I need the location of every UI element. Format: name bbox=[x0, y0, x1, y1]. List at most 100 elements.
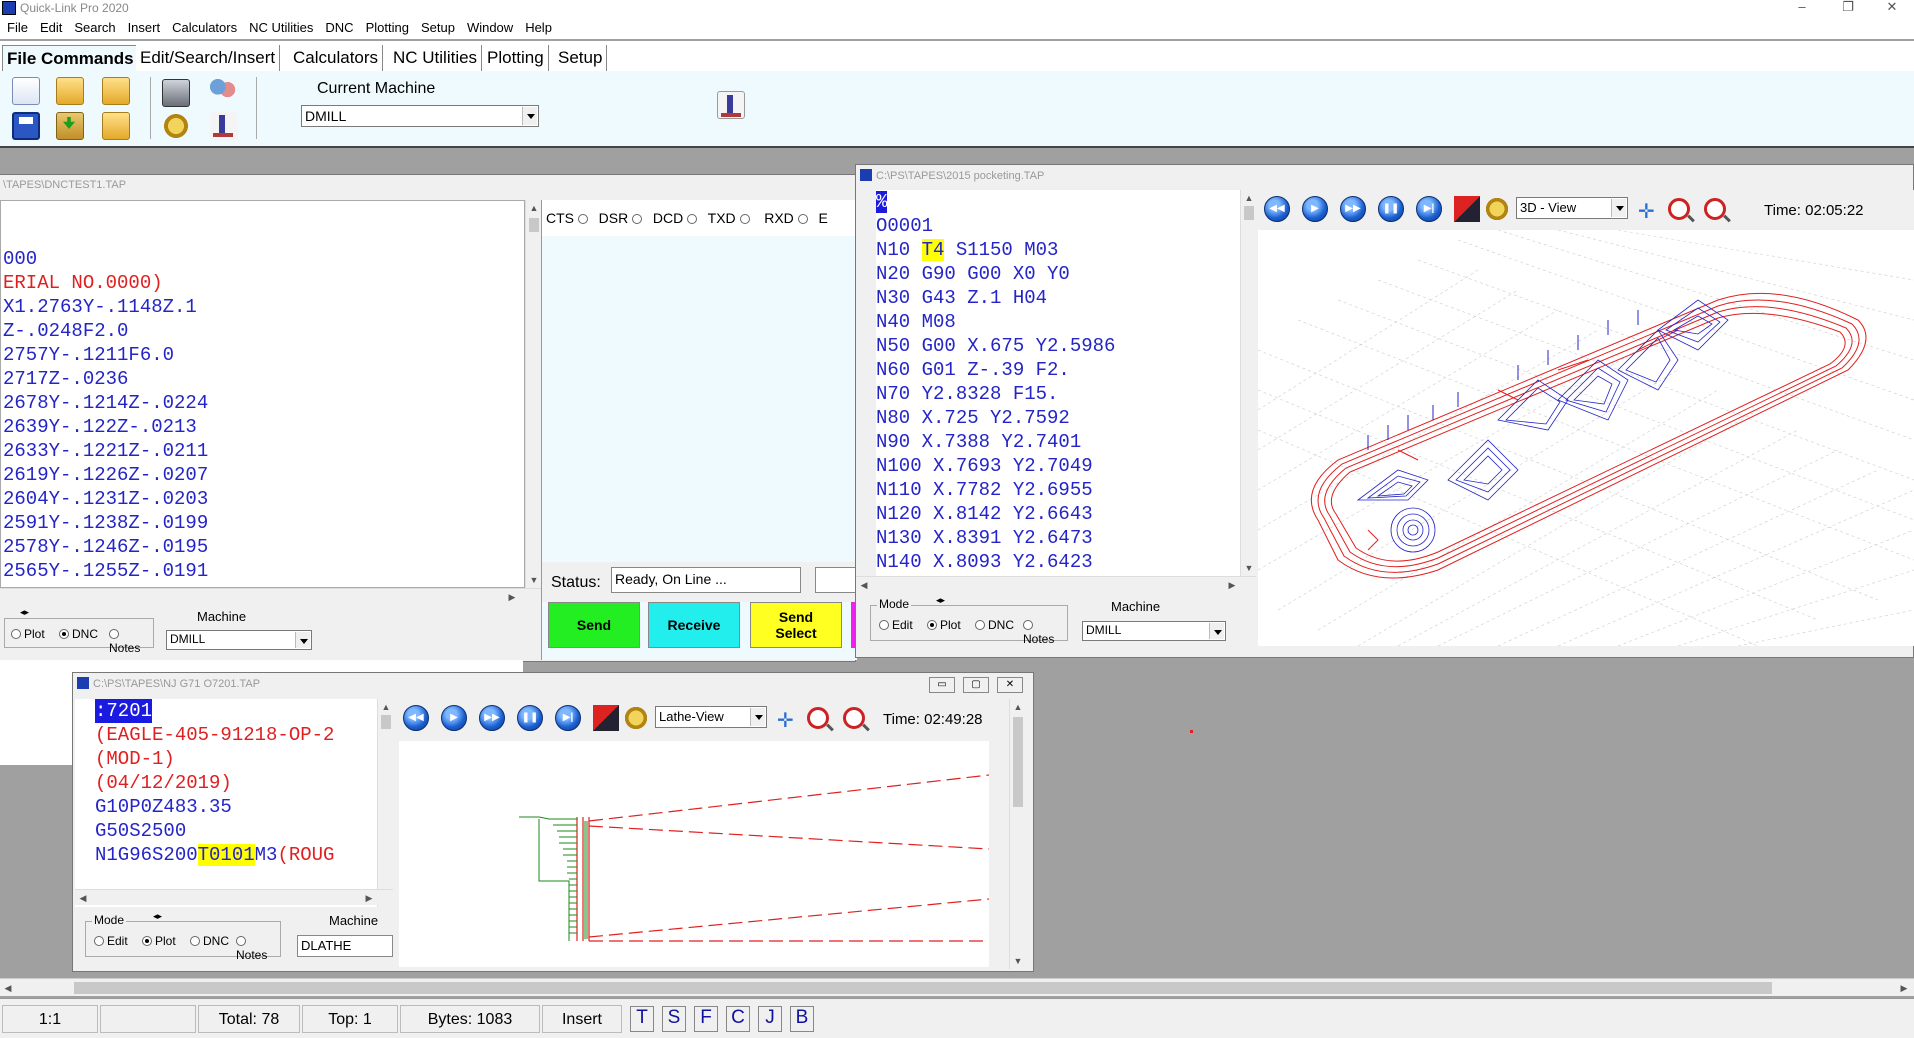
skip-end-icon[interactable]: ▶| bbox=[555, 705, 581, 731]
letter-j-button[interactable]: J bbox=[758, 1006, 782, 1032]
fast-forward-icon[interactable]: ▶▶ bbox=[479, 705, 505, 731]
undo-folder-icon[interactable] bbox=[102, 112, 130, 140]
mode-plot-radio[interactable]: Plot bbox=[927, 618, 961, 632]
lathe-outer-scrollbar[interactable]: ▲ ▼ bbox=[1009, 699, 1025, 969]
dnc-horizontal-scrollbar[interactable]: ▶ bbox=[0, 588, 541, 604]
machine-icon[interactable] bbox=[210, 112, 238, 140]
current-machine-select[interactable]: DMILL bbox=[301, 105, 539, 127]
fast-forward-icon[interactable]: ▶▶ bbox=[1340, 196, 1366, 222]
mode-plot-radio[interactable]: Plot bbox=[142, 934, 176, 948]
menu-calculators[interactable]: Calculators bbox=[165, 17, 242, 35]
tool-path-icon[interactable] bbox=[1454, 196, 1480, 222]
rewind-icon[interactable]: ◀◀ bbox=[1264, 196, 1290, 222]
rewind-icon[interactable]: ◀◀ bbox=[403, 705, 429, 731]
letter-b-button[interactable]: B bbox=[790, 1006, 814, 1032]
scroll-thumb[interactable] bbox=[529, 218, 539, 232]
mode-notes-radio[interactable]: Notes bbox=[1023, 618, 1067, 646]
scroll-down-icon[interactable]: ▼ bbox=[1241, 560, 1257, 576]
lathe-horizontal-scrollbar[interactable]: ◀ ▶ bbox=[75, 889, 393, 905]
pause-icon[interactable]: ❚❚ bbox=[517, 705, 543, 731]
dnc-vertical-scrollbar[interactable]: ▲ ▼ bbox=[525, 200, 541, 588]
lathe-machine-field[interactable]: DLATHE bbox=[297, 935, 393, 957]
machine-setup-icon[interactable] bbox=[717, 91, 745, 119]
receive-button[interactable]: Receive bbox=[648, 602, 740, 648]
scroll-right-icon[interactable]: ▶ bbox=[361, 890, 377, 906]
mode-notes-radio[interactable]: Notes bbox=[236, 934, 280, 962]
center-view-icon[interactable]: ✛ bbox=[1638, 199, 1655, 224]
zoom-in-icon[interactable] bbox=[1668, 198, 1690, 220]
menu-nc-utilities[interactable]: NC Utilities bbox=[242, 17, 318, 35]
save-icon[interactable] bbox=[12, 112, 40, 140]
restore-button[interactable]: ❐ bbox=[1828, 0, 1868, 17]
dnc-code-area[interactable]: 000 ERIAL NO.0000) X1.2763Y-.1148Z.1 Z-.… bbox=[0, 200, 525, 588]
mill-view-select[interactable]: 3D - View bbox=[1516, 197, 1628, 219]
dnc-machine-select[interactable]: DMILL bbox=[166, 630, 312, 650]
scroll-thumb[interactable] bbox=[1013, 717, 1023, 807]
scroll-up-icon[interactable]: ▲ bbox=[526, 200, 542, 216]
scroll-thumb[interactable] bbox=[1244, 206, 1254, 220]
mode-plot-radio[interactable]: Plot bbox=[11, 627, 45, 641]
lathe-code-area[interactable]: :7201 (EAGLE-405-91218-OP-2 (MOD-1) (04/… bbox=[75, 699, 385, 907]
scroll-right-icon[interactable]: ▶ bbox=[1224, 577, 1240, 593]
skip-end-icon[interactable]: ▶| bbox=[1416, 196, 1442, 222]
mode-edit-radio[interactable]: Edit bbox=[879, 618, 913, 632]
center-view-icon[interactable]: ✛ bbox=[777, 708, 794, 733]
minimize-button[interactable]: – bbox=[1782, 0, 1822, 17]
scroll-left-icon[interactable]: ◀ bbox=[856, 577, 872, 593]
lathe-vertical-scrollbar[interactable]: ▲ ▼ bbox=[377, 699, 393, 907]
menu-edit[interactable]: Edit bbox=[33, 17, 67, 35]
splitter-handle-icon[interactable]: ◂▸ bbox=[20, 607, 29, 618]
open-file-icon[interactable] bbox=[56, 77, 84, 105]
letter-c-button[interactable]: C bbox=[726, 1006, 750, 1032]
new-file-icon[interactable] bbox=[12, 77, 40, 105]
main-horizontal-scrollbar[interactable]: ◀ ▶ bbox=[0, 978, 1914, 996]
play-icon[interactable]: ▶ bbox=[1302, 196, 1328, 222]
minimize-button[interactable]: ▭ bbox=[929, 677, 955, 693]
menu-plotting[interactable]: Plotting bbox=[359, 17, 414, 35]
close-button[interactable]: ✕ bbox=[997, 677, 1023, 693]
menu-setup[interactable]: Setup bbox=[414, 17, 460, 35]
tab-plotting[interactable]: Plotting bbox=[483, 45, 549, 71]
scroll-up-icon[interactable]: ▲ bbox=[378, 699, 394, 715]
scroll-thumb[interactable] bbox=[381, 715, 391, 729]
mode-dnc-radio[interactable]: DNC bbox=[190, 934, 229, 948]
scroll-left-icon[interactable]: ◀ bbox=[75, 890, 91, 906]
settings-gear-icon[interactable] bbox=[1484, 196, 1510, 222]
letter-s-button[interactable]: S bbox=[662, 1006, 686, 1032]
scroll-up-icon[interactable]: ▲ bbox=[1241, 190, 1257, 206]
scroll-up-icon[interactable]: ▲ bbox=[1010, 699, 1026, 715]
scroll-left-icon[interactable]: ◀ bbox=[0, 980, 16, 996]
settings-gear-icon[interactable] bbox=[623, 705, 649, 731]
download-icon[interactable] bbox=[56, 112, 84, 140]
menu-search[interactable]: Search bbox=[67, 17, 120, 35]
lathe-view-select[interactable]: Lathe-View bbox=[655, 706, 767, 728]
letter-t-button[interactable]: T bbox=[630, 1006, 654, 1032]
tab-edit-search-insert[interactable]: Edit/Search/Insert bbox=[136, 45, 281, 71]
scroll-right-icon[interactable]: ▶ bbox=[504, 589, 520, 605]
zoom-out-icon[interactable] bbox=[1704, 198, 1726, 220]
mill-3d-plot[interactable] bbox=[1258, 230, 1914, 646]
tab-file-commands[interactable]: File Commands bbox=[2, 45, 139, 71]
mode-dnc-radio[interactable]: DNC bbox=[975, 618, 1014, 632]
scroll-thumb[interactable] bbox=[74, 982, 1772, 994]
tab-setup[interactable]: Setup bbox=[554, 45, 608, 71]
mill-vertical-scrollbar[interactable]: ▲ ▼ bbox=[1240, 190, 1256, 576]
gear-icon[interactable] bbox=[162, 112, 190, 140]
send-button[interactable]: Send bbox=[548, 602, 640, 648]
mill-code-area[interactable]: % O0001 N10 T4 S1150 M03 N20 G90 G00 X0 … bbox=[876, 190, 1254, 576]
printer-icon[interactable] bbox=[162, 79, 190, 107]
scroll-right-icon[interactable]: ▶ bbox=[1896, 980, 1912, 996]
scroll-down-icon[interactable]: ▼ bbox=[1010, 953, 1026, 969]
mill-machine-select[interactable]: DMILL bbox=[1082, 621, 1226, 641]
tool-path-icon[interactable] bbox=[593, 705, 619, 731]
mode-dnc-radio[interactable]: DNC bbox=[59, 627, 98, 641]
mill-horizontal-scrollbar[interactable]: ◀ ▶ bbox=[856, 576, 1256, 592]
pause-icon[interactable]: ❚❚ bbox=[1378, 196, 1404, 222]
open-recent-icon[interactable] bbox=[102, 77, 130, 105]
menu-dnc[interactable]: DNC bbox=[318, 17, 358, 35]
users-icon[interactable] bbox=[208, 77, 236, 105]
tab-calculators[interactable]: Calculators bbox=[289, 45, 384, 71]
zoom-in-icon[interactable] bbox=[807, 707, 829, 729]
maximize-button[interactable]: ▢ bbox=[963, 677, 989, 693]
lathe-plot[interactable] bbox=[399, 741, 989, 967]
